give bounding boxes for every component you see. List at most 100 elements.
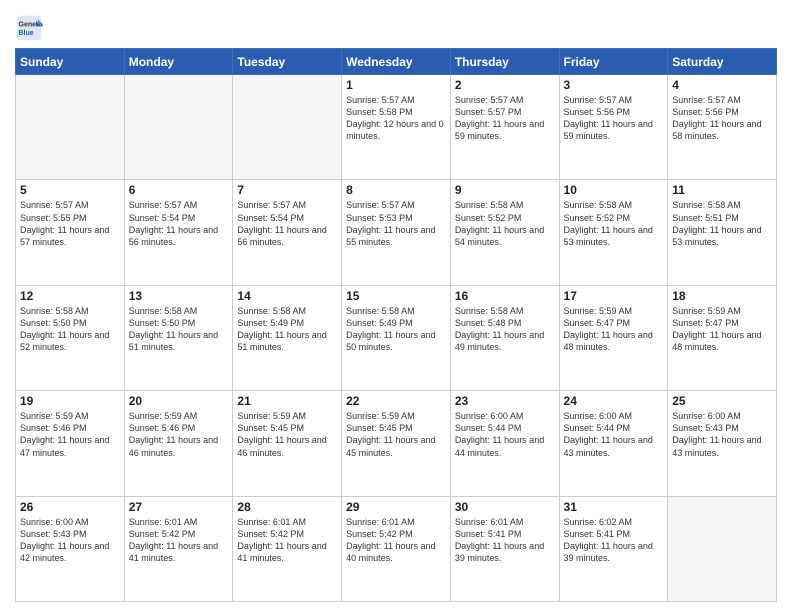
day-number: 26 (20, 500, 120, 514)
day-number: 16 (455, 289, 555, 303)
cell-info: Sunrise: 5:59 AM Sunset: 5:45 PM Dayligh… (237, 410, 337, 459)
day-number: 14 (237, 289, 337, 303)
calendar-cell: 26 Sunrise: 6:00 AM Sunset: 5:43 PM Dayli… (16, 496, 125, 601)
calendar-cell (233, 75, 342, 180)
calendar-cell: 27Sunrise: 6:01 AM Sunset: 5:42 PM Dayli… (124, 496, 233, 601)
week-row-1: 1 Sunrise: 5:57 AM Sunset: 5:58 PM Daylig… (16, 75, 777, 180)
calendar-body: 1 Sunrise: 5:57 AM Sunset: 5:58 PM Daylig… (16, 75, 777, 602)
cell-info: Sunrise: 5:59 AM Sunset: 5:46 PM Dayligh… (20, 410, 120, 459)
calendar-cell: 7 Sunrise: 5:57 AM Sunset: 5:54 PM Daylig… (233, 180, 342, 285)
week-row-2: 5 Sunrise: 5:57 AM Sunset: 5:55 PM Daylig… (16, 180, 777, 285)
cell-info: Sunrise: 5:57 AM Sunset: 5:58 PM Dayligh… (346, 94, 446, 143)
cell-info: Sunrise: 5:57 AM Sunset: 5:53 PM Dayligh… (346, 199, 446, 248)
cell-info: Sunrise: 5:58 AM Sunset: 5:52 PM Dayligh… (564, 199, 664, 248)
header-row: SundayMondayTuesdayWednesdayThursdayFrid… (16, 49, 777, 75)
calendar-cell: 14 Sunrise: 5:58 AM Sunset: 5:49 PM Dayli… (233, 285, 342, 390)
cell-info: Sunrise: 5:58 AM Sunset: 5:49 PM Dayligh… (346, 305, 446, 354)
day-header-saturday: Saturday (668, 49, 777, 75)
calendar-cell: 25 Sunrise: 6:00 AM Sunset: 5:43 PM Dayli… (668, 391, 777, 496)
week-row-3: 12Sunrise: 5:58 AM Sunset: 5:50 PM Dayli… (16, 285, 777, 390)
cell-info: Sunrise: 5:57 AM Sunset: 5:54 PM Dayligh… (237, 199, 337, 248)
day-number: 22 (346, 394, 446, 408)
cell-info: Sunrise: 6:01 AM Sunset: 5:41 PM Dayligh… (455, 516, 555, 565)
day-number: 31 (564, 500, 664, 514)
day-header-sunday: Sunday (16, 49, 125, 75)
calendar-cell: 18 Sunrise: 5:59 AM Sunset: 5:47 PM Dayli… (668, 285, 777, 390)
calendar-cell: 21 Sunrise: 5:59 AM Sunset: 5:45 PM Dayli… (233, 391, 342, 496)
cell-info: Sunrise: 5:59 AM Sunset: 5:47 PM Dayligh… (672, 305, 772, 354)
day-number: 7 (237, 183, 337, 197)
day-number: 30 (455, 500, 555, 514)
cell-info: Sunrise: 5:58 AM Sunset: 5:51 PM Dayligh… (672, 199, 772, 248)
day-number: 1 (346, 78, 446, 92)
calendar-cell: 22 Sunrise: 5:59 AM Sunset: 5:45 PM Dayli… (342, 391, 451, 496)
day-header-thursday: Thursday (450, 49, 559, 75)
day-number: 29 (346, 500, 446, 514)
cell-info: Sunrise: 6:01 AM Sunset: 5:42 PM Dayligh… (237, 516, 337, 565)
day-number: 2 (455, 78, 555, 92)
cell-info: Sunrise: 6:00 AM Sunset: 5:43 PM Dayligh… (672, 410, 772, 459)
calendar-cell: 28 Sunrise: 6:01 AM Sunset: 5:42 PM Dayli… (233, 496, 342, 601)
calendar-cell: 6Sunrise: 5:57 AM Sunset: 5:54 PM Daylig… (124, 180, 233, 285)
day-number: 11 (672, 183, 772, 197)
calendar-cell: 2 Sunrise: 5:57 AM Sunset: 5:57 PM Daylig… (450, 75, 559, 180)
calendar-cell: 19 Sunrise: 5:59 AM Sunset: 5:46 PM Dayli… (16, 391, 125, 496)
calendar-cell: 10Sunrise: 5:58 AM Sunset: 5:52 PM Dayli… (559, 180, 668, 285)
day-number: 25 (672, 394, 772, 408)
calendar-cell: 8 Sunrise: 5:57 AM Sunset: 5:53 PM Daylig… (342, 180, 451, 285)
page: General Blue SundayMondayTuesdayWednesda… (0, 0, 792, 612)
calendar-table: SundayMondayTuesdayWednesdayThursdayFrid… (15, 48, 777, 602)
cell-info: Sunrise: 5:57 AM Sunset: 5:57 PM Dayligh… (455, 94, 555, 143)
cell-info: Sunrise: 6:00 AM Sunset: 5:43 PM Dayligh… (20, 516, 120, 565)
day-number: 28 (237, 500, 337, 514)
day-header-monday: Monday (124, 49, 233, 75)
calendar-cell: 31 Sunrise: 6:02 AM Sunset: 5:41 PM Dayli… (559, 496, 668, 601)
cell-info: Sunrise: 5:58 AM Sunset: 5:48 PM Dayligh… (455, 305, 555, 354)
cell-info: Sunrise: 5:57 AM Sunset: 5:54 PM Dayligh… (129, 199, 229, 248)
calendar-cell: 3Sunrise: 5:57 AM Sunset: 5:56 PM Daylig… (559, 75, 668, 180)
cell-info: Sunrise: 5:57 AM Sunset: 5:55 PM Dayligh… (20, 199, 120, 248)
cell-info: Sunrise: 6:00 AM Sunset: 5:44 PM Dayligh… (564, 410, 664, 459)
calendar-cell: 9 Sunrise: 5:58 AM Sunset: 5:52 PM Daylig… (450, 180, 559, 285)
calendar-cell: 5 Sunrise: 5:57 AM Sunset: 5:55 PM Daylig… (16, 180, 125, 285)
calendar-cell: 1 Sunrise: 5:57 AM Sunset: 5:58 PM Daylig… (342, 75, 451, 180)
cell-info: Sunrise: 5:59 AM Sunset: 5:45 PM Dayligh… (346, 410, 446, 459)
logo-icon: General Blue (15, 14, 43, 42)
day-number: 15 (346, 289, 446, 303)
day-number: 3 (564, 78, 664, 92)
cell-info: Sunrise: 5:58 AM Sunset: 5:49 PM Dayligh… (237, 305, 337, 354)
cell-info: Sunrise: 5:59 AM Sunset: 5:47 PM Dayligh… (564, 305, 664, 354)
week-row-4: 19 Sunrise: 5:59 AM Sunset: 5:46 PM Dayli… (16, 391, 777, 496)
calendar-cell: 23 Sunrise: 6:00 AM Sunset: 5:44 PM Dayli… (450, 391, 559, 496)
day-number: 21 (237, 394, 337, 408)
cell-info: Sunrise: 6:00 AM Sunset: 5:44 PM Dayligh… (455, 410, 555, 459)
day-number: 18 (672, 289, 772, 303)
calendar-header: SundayMondayTuesdayWednesdayThursdayFrid… (16, 49, 777, 75)
calendar-cell: 20Sunrise: 5:59 AM Sunset: 5:46 PM Dayli… (124, 391, 233, 496)
calendar-cell: 11 Sunrise: 5:58 AM Sunset: 5:51 PM Dayli… (668, 180, 777, 285)
header: General Blue (15, 10, 777, 42)
day-number: 19 (20, 394, 120, 408)
cell-info: Sunrise: 6:02 AM Sunset: 5:41 PM Dayligh… (564, 516, 664, 565)
calendar-cell: 12Sunrise: 5:58 AM Sunset: 5:50 PM Dayli… (16, 285, 125, 390)
day-number: 9 (455, 183, 555, 197)
day-number: 8 (346, 183, 446, 197)
cell-info: Sunrise: 5:58 AM Sunset: 5:52 PM Dayligh… (455, 199, 555, 248)
calendar-cell: 15 Sunrise: 5:58 AM Sunset: 5:49 PM Dayli… (342, 285, 451, 390)
calendar-cell: 24Sunrise: 6:00 AM Sunset: 5:44 PM Dayli… (559, 391, 668, 496)
day-number: 5 (20, 183, 120, 197)
cell-info: Sunrise: 5:57 AM Sunset: 5:56 PM Dayligh… (672, 94, 772, 143)
day-number: 23 (455, 394, 555, 408)
day-header-tuesday: Tuesday (233, 49, 342, 75)
calendar-cell (124, 75, 233, 180)
calendar-cell: 13Sunrise: 5:58 AM Sunset: 5:50 PM Dayli… (124, 285, 233, 390)
calendar-cell: 29Sunrise: 6:01 AM Sunset: 5:42 PM Dayli… (342, 496, 451, 601)
day-header-wednesday: Wednesday (342, 49, 451, 75)
calendar-cell: 30 Sunrise: 6:01 AM Sunset: 5:41 PM Dayli… (450, 496, 559, 601)
cell-info: Sunrise: 5:58 AM Sunset: 5:50 PM Dayligh… (20, 305, 120, 354)
calendar-cell: 16 Sunrise: 5:58 AM Sunset: 5:48 PM Dayli… (450, 285, 559, 390)
calendar-cell: 4 Sunrise: 5:57 AM Sunset: 5:56 PM Daylig… (668, 75, 777, 180)
calendar-cell (16, 75, 125, 180)
day-number: 4 (672, 78, 772, 92)
day-header-friday: Friday (559, 49, 668, 75)
